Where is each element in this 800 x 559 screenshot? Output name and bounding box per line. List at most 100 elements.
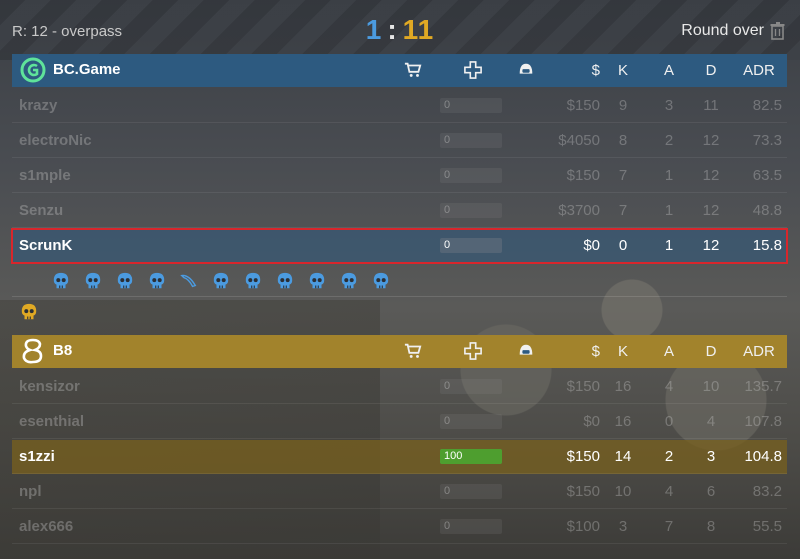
team-logo-icon <box>20 338 46 364</box>
health-cross-icon <box>464 342 482 364</box>
player-kills: 10 <box>614 483 632 500</box>
player-deaths: 12 <box>702 132 720 149</box>
player-assists: 2 <box>664 448 674 465</box>
player-row[interactable]: npl 0 $150 10 4 6 83.2 <box>12 475 787 509</box>
player-row[interactable]: s1zzi 100 $150 14 2 3 104.8 <box>12 440 787 474</box>
column-header-adr: ADR <box>743 343 775 360</box>
player-assists: 1 <box>664 167 674 184</box>
player-assists: 2 <box>664 132 674 149</box>
player-adr: 82.5 <box>752 97 782 114</box>
player-name: ScrunK <box>19 237 73 254</box>
player-assists: 4 <box>664 483 674 500</box>
skull-icon <box>84 272 102 290</box>
player-adr: 73.3 <box>752 132 782 149</box>
player-kills: 7 <box>618 167 628 184</box>
health-bar: 0 <box>440 519 502 534</box>
health-bar: 0 <box>440 168 502 183</box>
player-row[interactable]: kensizor 0 $150 16 4 10 135.7 <box>12 370 787 404</box>
player-row[interactable]: alex666 0 $100 3 7 8 55.5 <box>12 510 787 544</box>
player-row[interactable]: ScrunK 0 $0 0 1 12 15.8 <box>11 228 788 264</box>
player-assists: 1 <box>664 202 674 219</box>
player-money: $100 <box>566 518 600 535</box>
health-bar: 0 <box>440 238 502 253</box>
player-name: npl <box>19 483 42 500</box>
player-adr: 135.7 <box>744 378 782 395</box>
player-adr: 15.8 <box>752 237 782 254</box>
health-bar: 0 <box>440 133 502 148</box>
skull-icon <box>372 272 390 290</box>
column-header-money: $ <box>591 343 600 360</box>
player-kills: 16 <box>614 378 632 395</box>
player-assists: 4 <box>664 378 674 395</box>
health-bar: 100 <box>440 449 502 464</box>
health-value: 0 <box>444 204 451 216</box>
player-deaths: 12 <box>702 237 720 254</box>
player-deaths: 6 <box>706 483 716 500</box>
player-name: krazy <box>19 97 58 114</box>
skull-icon <box>308 272 326 290</box>
player-kills: 3 <box>618 518 628 535</box>
player-deaths: 8 <box>706 518 716 535</box>
health-bar: 0 <box>440 203 502 218</box>
player-adr: 107.8 <box>744 413 782 430</box>
player-money: $3700 <box>558 202 600 219</box>
column-header-assists: A <box>663 62 674 79</box>
skull-icon <box>116 272 134 290</box>
player-money: $150 <box>566 97 600 114</box>
player-deaths: 11 <box>703 97 719 114</box>
player-adr: 63.5 <box>752 167 782 184</box>
player-money: $0 <box>583 237 600 254</box>
player-kills: 9 <box>618 97 628 114</box>
player-row[interactable]: s1mple 0 $150 7 1 12 63.5 <box>12 159 787 193</box>
team-name: B8 <box>53 342 73 359</box>
player-assists: 1 <box>664 237 674 254</box>
player-adr: 104.8 <box>744 448 782 465</box>
health-bar: 0 <box>440 379 502 394</box>
player-row[interactable]: Senzu 0 $3700 7 1 12 48.8 <box>12 194 787 228</box>
column-header-adr: ADR <box>743 62 775 79</box>
player-deaths: 12 <box>702 167 720 184</box>
shop-cart-icon <box>404 342 422 364</box>
team-name: BC.Game <box>53 61 121 78</box>
column-header-deaths: D <box>705 343 717 360</box>
t-score: 11 <box>402 14 435 45</box>
player-money: $150 <box>566 448 600 465</box>
player-adr: 83.2 <box>752 483 782 500</box>
team-logo-icon <box>20 57 46 83</box>
player-name: s1mple <box>19 167 71 184</box>
health-value: 0 <box>444 99 451 111</box>
skull-icon <box>244 272 262 290</box>
skull-icon <box>276 272 294 290</box>
skull-icon <box>212 272 230 290</box>
health-value: 0 <box>444 380 451 392</box>
team-header-ct: BC.Game $ K A D ADR <box>12 54 787 87</box>
player-row[interactable]: esenthial 0 $0 16 0 4 107.8 <box>12 405 787 439</box>
column-header-deaths: D <box>705 62 717 79</box>
player-adr: 55.5 <box>752 518 782 535</box>
knife-icon <box>180 272 198 290</box>
column-header-money: $ <box>591 62 600 79</box>
health-value: 0 <box>444 415 451 427</box>
health-value: 0 <box>444 239 451 251</box>
player-row[interactable]: krazy 0 $150 9 3 11 82.5 <box>12 89 787 123</box>
health-value: 0 <box>444 169 451 181</box>
player-kills: 16 <box>614 413 632 430</box>
health-value: 0 <box>444 520 451 532</box>
score-separator: : <box>387 14 398 45</box>
player-deaths: 4 <box>706 413 716 430</box>
shop-cart-icon <box>404 61 422 83</box>
skull-icon <box>148 272 166 290</box>
round-history-t <box>12 297 787 327</box>
player-deaths: 3 <box>706 448 716 465</box>
player-money: $150 <box>566 167 600 184</box>
player-row[interactable]: electroNic 0 $4050 8 2 12 73.3 <box>12 124 787 158</box>
player-deaths: 10 <box>702 378 720 395</box>
player-name: alex666 <box>19 518 74 535</box>
player-assists: 3 <box>664 97 674 114</box>
health-value: 0 <box>444 134 451 146</box>
player-kills: 14 <box>614 448 632 465</box>
skull-icon <box>340 272 358 290</box>
player-money: $150 <box>566 483 600 500</box>
health-cross-icon <box>464 61 482 83</box>
health-bar: 0 <box>440 414 502 429</box>
